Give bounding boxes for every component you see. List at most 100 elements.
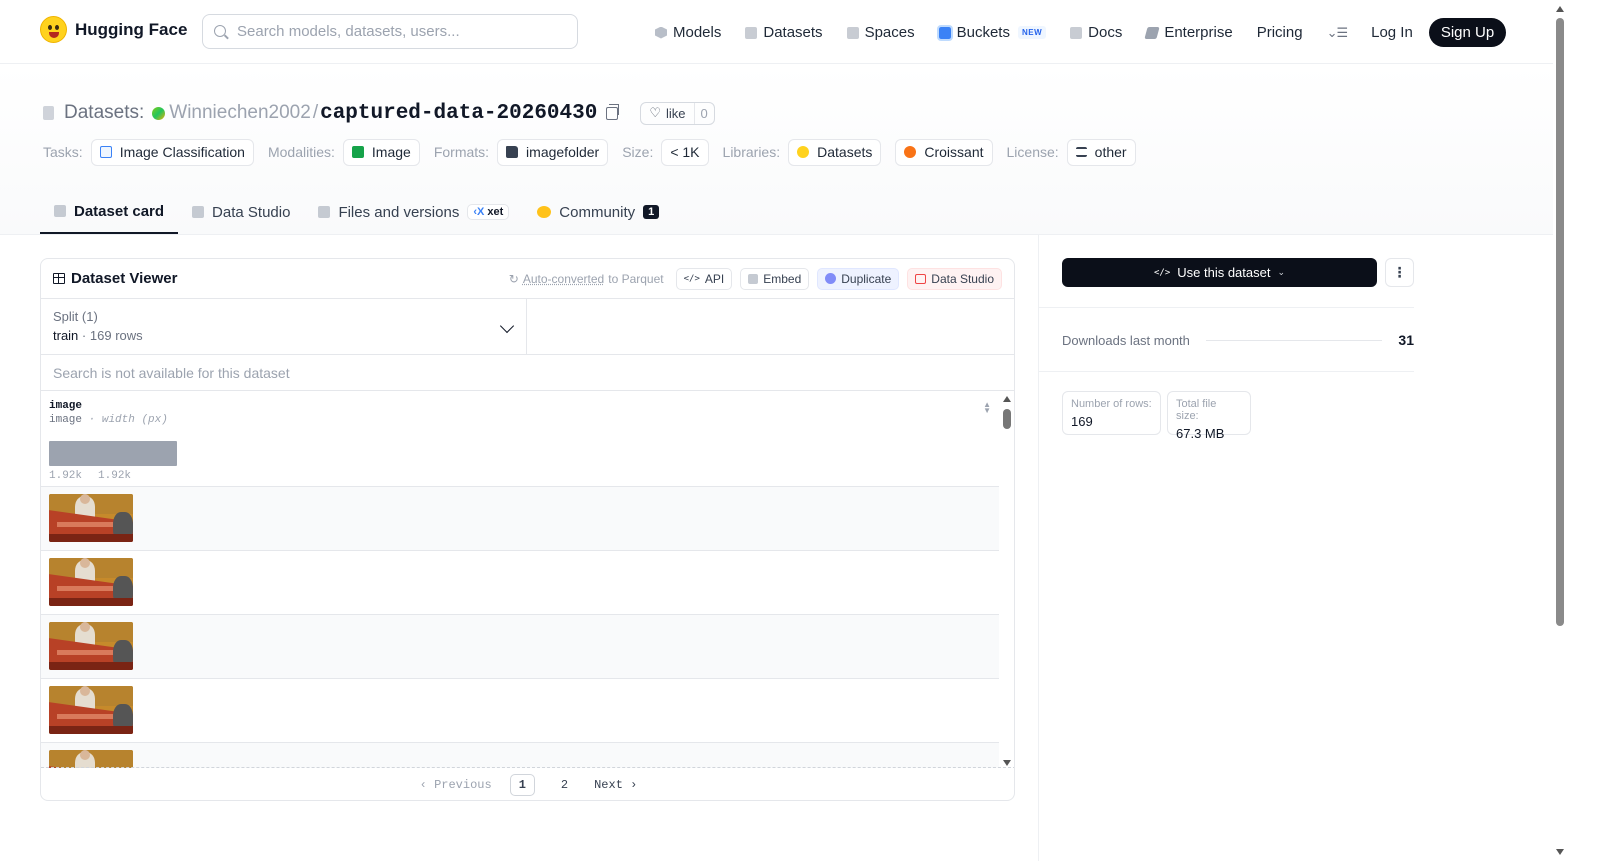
page-button-2[interactable]: 2 — [553, 775, 576, 795]
tag-label-text: Image Classification — [119, 144, 245, 160]
embed-button[interactable]: Embed — [740, 267, 810, 290]
owner-link[interactable]: Winniechen2002 — [169, 102, 311, 124]
image-thumbnail[interactable] — [49, 622, 133, 670]
api-button[interactable]: </> API — [675, 267, 733, 290]
table-row[interactable] — [41, 487, 999, 551]
previous-page-button[interactable]: ‹ Previous — [420, 778, 492, 792]
license-label: License: — [1006, 144, 1059, 160]
use-dataset-button[interactable]: </> Use this dataset ⌄ — [1062, 258, 1377, 287]
table-row[interactable] — [41, 551, 999, 615]
split-separator: · — [81, 328, 87, 343]
section-label[interactable]: Datasets: — [64, 102, 144, 124]
nav-links: Models Datasets Spaces Buckets NEW Docs E… — [655, 18, 1507, 47]
table-icon — [192, 206, 205, 218]
auto-converted-note[interactable]: ↻ Auto-converted to Parquet — [509, 272, 664, 286]
login-link[interactable]: Log In — [1371, 24, 1413, 41]
scrollbar-thumb[interactable] — [1556, 18, 1564, 626]
page-scrollbar[interactable] — [1553, 0, 1568, 861]
histogram-bar[interactable] — [49, 441, 177, 466]
repo-title: Datasets: Winniechen2002 / captured-data… — [43, 99, 715, 127]
image-thumbnail[interactable] — [49, 494, 133, 542]
data-studio-button[interactable]: Data Studio — [907, 267, 1002, 290]
size-stat: Total file size: 67.3 MB — [1167, 391, 1251, 441]
scroll-down-icon[interactable] — [1003, 760, 1011, 766]
tab-files[interactable]: Files and versions ‹X xet — [304, 190, 523, 234]
duplicate-button[interactable]: Duplicate — [817, 267, 900, 290]
nav-link-label: Buckets — [956, 24, 1010, 41]
signup-button[interactable]: Sign Up — [1428, 18, 1507, 47]
like-count[interactable]: 0 — [695, 106, 714, 121]
use-dataset-label: Use this dataset — [1177, 265, 1271, 280]
nav-link-buckets[interactable]: Buckets NEW — [936, 19, 1047, 47]
sort-icon[interactable]: ▲ ▼ — [983, 401, 991, 415]
next-page-button[interactable]: Next › — [594, 778, 637, 792]
search-box[interactable] — [202, 14, 578, 49]
column-header-image[interactable]: image image · width (px) 1.92k 1.92k ▲ ▼ — [41, 392, 999, 487]
heart-icon: ♡ — [649, 105, 661, 120]
image-icon — [351, 146, 364, 158]
tag-label-text: < 1K — [670, 144, 700, 160]
size-stat-label: Total file size: — [1176, 398, 1217, 422]
page-button-1[interactable]: 1 — [509, 774, 535, 796]
nav-link-pricing[interactable]: Pricing — [1257, 19, 1303, 47]
copy-icon[interactable] — [606, 103, 620, 120]
to-parquet-text: to Parquet — [608, 271, 664, 286]
table-scrollbar[interactable] — [999, 394, 1014, 768]
brand-logo[interactable]: Hugging Face — [40, 16, 187, 43]
table-row[interactable] — [41, 679, 999, 743]
auto-converted-link[interactable]: Auto-converted — [523, 272, 604, 286]
image-thumbnail[interactable] — [49, 558, 133, 606]
code-icon: </> — [683, 273, 700, 284]
tag-license[interactable]: other — [1066, 138, 1136, 166]
scrollbar-thumb[interactable] — [1003, 409, 1011, 429]
nav-link-datasets[interactable]: Datasets — [745, 19, 823, 47]
image-thumbnail[interactable] — [49, 686, 133, 734]
viewer-header: Dataset Viewer ↻ Auto-converted to Parquet… — [41, 259, 1014, 299]
size-label: Size: — [622, 144, 654, 160]
avatar — [152, 106, 166, 120]
tag-row: Tasks: Image Classification Modalities: … — [43, 138, 1150, 166]
hugging-face-logo-icon — [40, 16, 67, 43]
histogram-max: 1.92k — [98, 470, 132, 482]
duplicate-label: Duplicate — [841, 271, 892, 286]
nav-link-label: Models — [673, 24, 722, 41]
folder-icon — [506, 146, 519, 158]
size-stat-value: 67.3 MB — [1176, 426, 1225, 441]
search-input[interactable] — [237, 23, 567, 40]
cube-icon — [54, 205, 66, 217]
nav-link-models[interactable]: Models — [655, 19, 721, 47]
next-label: Next — [594, 778, 623, 792]
scroll-up-icon[interactable] — [1003, 396, 1011, 402]
nav-link-spaces[interactable]: Spaces — [846, 19, 915, 47]
tag-task[interactable]: Image Classification — [90, 138, 254, 166]
scroll-down-icon[interactable] — [1556, 849, 1564, 855]
split-selector[interactable]: Split (1) train · 169 rows — [41, 299, 527, 354]
tasks-label: Tasks: — [43, 144, 83, 160]
rows-stat-value: 169 — [1071, 414, 1093, 429]
repo-name[interactable]: captured-data-20260430 — [320, 102, 597, 125]
table-rows — [41, 487, 999, 768]
tab-data-studio[interactable]: Data Studio — [178, 190, 304, 234]
table-row[interactable] — [41, 615, 999, 679]
table-row[interactable] — [41, 743, 999, 768]
libraries-label: Libraries: — [722, 144, 781, 160]
more-menu-icon[interactable]: ⌄☰ — [1327, 25, 1349, 41]
more-options-button[interactable]: ⋮ — [1385, 258, 1414, 287]
hugging-face-icon — [797, 146, 810, 158]
viewer-actions: ↻ Auto-converted to Parquet </> API Embed D… — [509, 267, 1002, 290]
repo-header: Datasets: Winniechen2002 / captured-data… — [0, 64, 1568, 235]
tag-size[interactable]: < 1K — [661, 138, 709, 166]
nav-link-docs[interactable]: Docs — [1070, 19, 1122, 47]
table-icon — [53, 273, 65, 284]
scroll-up-icon[interactable] — [1556, 6, 1564, 12]
like-button[interactable]: ♡ like — [641, 102, 695, 124]
nav-link-enterprise[interactable]: Enterprise — [1144, 19, 1233, 47]
tag-format[interactable]: imagefolder — [497, 138, 609, 166]
image-thumbnail[interactable] — [49, 750, 133, 768]
tab-community[interactable]: Community 1 — [523, 190, 673, 234]
tag-modality[interactable]: Image — [342, 138, 420, 166]
tag-library-croissant[interactable]: Croissant — [895, 138, 993, 166]
nav-link-label: Docs — [1088, 24, 1123, 41]
tag-library-datasets[interactable]: Datasets — [788, 138, 882, 166]
tab-dataset-card[interactable]: Dataset card — [40, 190, 179, 234]
